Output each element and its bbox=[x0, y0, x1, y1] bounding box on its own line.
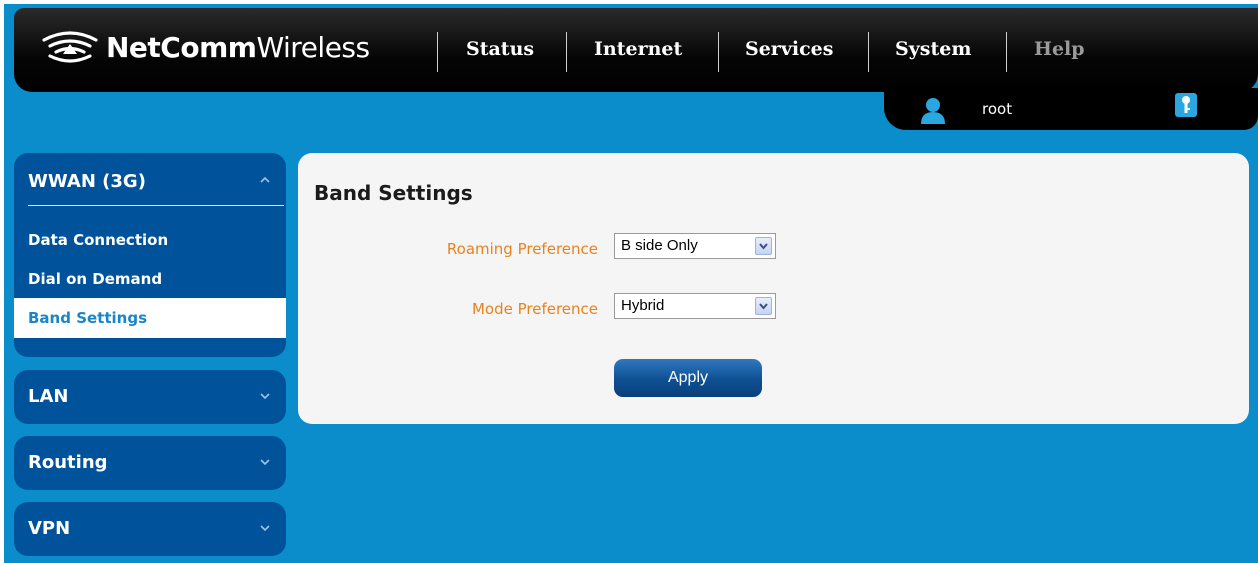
dropdown-arrow-icon[interactable] bbox=[755, 237, 772, 255]
sidebar-item-dial-on-demand[interactable]: Dial on Demand bbox=[28, 270, 162, 288]
page-title: Band Settings bbox=[314, 181, 473, 205]
dropdown-arrow-icon[interactable] bbox=[755, 297, 772, 315]
sidebar-section-vpn[interactable]: VPN bbox=[14, 502, 286, 556]
nav-separator bbox=[437, 32, 438, 72]
mode-preference-select[interactable]: Hybrid bbox=[614, 293, 776, 319]
chevron-down-icon bbox=[260, 459, 270, 466]
wifi-logo-icon bbox=[42, 31, 98, 63]
roaming-preference-label: Roaming Preference bbox=[446, 240, 598, 258]
sidebar-section-routing[interactable]: Routing bbox=[14, 436, 286, 490]
sidebar-item-data-connection[interactable]: Data Connection bbox=[28, 231, 168, 249]
nav-help[interactable]: Help bbox=[1034, 38, 1085, 60]
key-icon[interactable] bbox=[1175, 93, 1197, 117]
sidebar-item-label: Band Settings bbox=[28, 309, 147, 327]
username: root bbox=[982, 100, 1013, 118]
roaming-preference-select[interactable]: B side Only bbox=[614, 233, 776, 259]
brand-bold: NetComm bbox=[106, 31, 257, 64]
brand-light: Wireless bbox=[256, 31, 370, 64]
nav-system[interactable]: System bbox=[895, 38, 971, 60]
roaming-preference-value: B side Only bbox=[621, 237, 698, 254]
nav-separator bbox=[566, 32, 567, 72]
chevron-up-icon[interactable] bbox=[260, 175, 270, 185]
chevron-down-icon bbox=[260, 525, 270, 532]
sidebar-section-title: Routing bbox=[28, 452, 108, 473]
sidebar-section-lan[interactable]: LAN bbox=[14, 370, 286, 424]
nav-internet[interactable]: Internet bbox=[594, 38, 682, 60]
nav-separator bbox=[718, 32, 719, 72]
brand-logo-text: NetCommWireless bbox=[106, 30, 370, 66]
nav-status[interactable]: Status bbox=[466, 38, 534, 60]
apply-button[interactable]: Apply bbox=[614, 359, 762, 397]
sidebar-section-title[interactable]: WWAN (3G) bbox=[28, 171, 146, 192]
mode-preference-label: Mode Preference bbox=[471, 300, 598, 318]
sidebar-divider bbox=[28, 205, 284, 206]
nav-services[interactable]: Services bbox=[745, 38, 833, 60]
sidebar-section-title: LAN bbox=[28, 386, 69, 407]
mode-preference-value: Hybrid bbox=[621, 297, 665, 314]
nav-separator bbox=[868, 32, 869, 72]
sidebar-section-title: VPN bbox=[28, 518, 71, 539]
nav-separator bbox=[1006, 32, 1007, 72]
chevron-down-icon bbox=[260, 393, 270, 400]
user-icon bbox=[921, 98, 945, 124]
